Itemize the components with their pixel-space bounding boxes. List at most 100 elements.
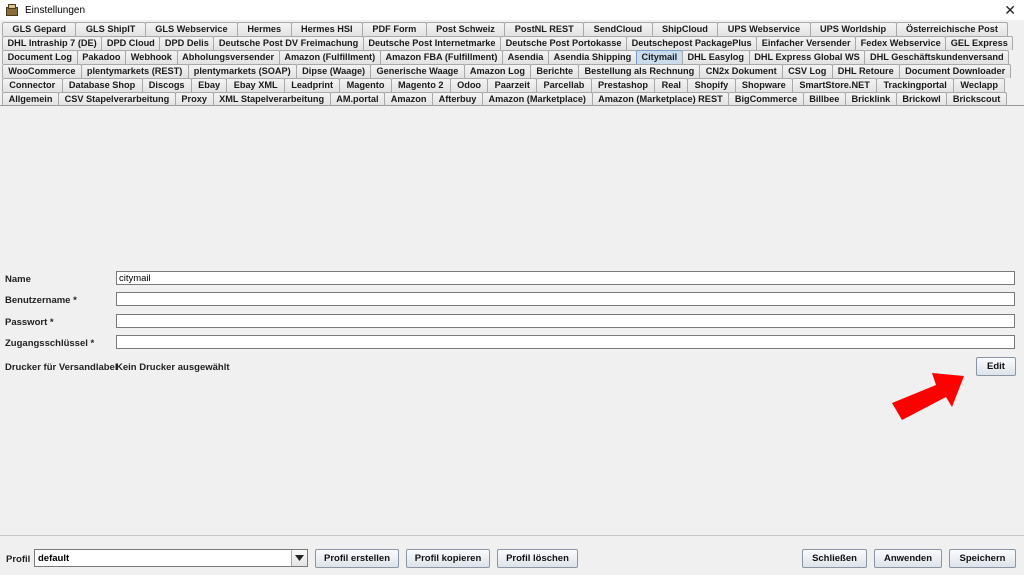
- save-button[interactable]: Speichern: [949, 549, 1016, 568]
- edit-printer-button[interactable]: Edit: [976, 357, 1016, 376]
- tab-row-5: Connector Database Shop Discogs Ebay Ebay XM…: [2, 78, 1006, 92]
- tab-shipcloud[interactable]: ShipCloud: [651, 22, 719, 36]
- tab-bricklink[interactable]: Bricklink: [844, 92, 897, 106]
- tab-hermes[interactable]: Hermes: [237, 22, 292, 36]
- copy-profile-button[interactable]: Profil kopieren: [406, 549, 490, 568]
- tab-row-3: Document Log Pakadoo Webhook Abholungsverse…: [2, 50, 1010, 64]
- tab-deutschepost-packageplus[interactable]: Deutschepost PackagePlus: [626, 36, 758, 50]
- tab-dpd-delis[interactable]: DPD Delis: [159, 36, 215, 50]
- tab-plentymarkets-soap[interactable]: plentymarkets (SOAP): [187, 64, 297, 78]
- tab-ups-worldship[interactable]: UPS Worldship: [809, 22, 897, 36]
- close-button[interactable]: Schließen: [802, 549, 867, 568]
- tab-leadprint[interactable]: Leadprint: [283, 78, 341, 92]
- tab-plentymarkets-rest[interactable]: plentymarkets (REST): [80, 64, 189, 78]
- tab-amazon-marketplace-rest[interactable]: Amazon (Marketplace) REST: [591, 92, 730, 106]
- bottom-bar: Profil default Profil erstellen Profil k…: [0, 537, 1024, 575]
- tab-weclapp[interactable]: Weclapp: [953, 78, 1006, 92]
- tab-csv-stapelverarbeitung[interactable]: CSV Stapelverarbeitung: [58, 92, 176, 106]
- name-input[interactable]: [116, 271, 1015, 285]
- tab-dhl-gescha-ftskundenversand[interactable]: DHL Geschäftskundenversand: [864, 50, 1010, 64]
- tab-amazon[interactable]: Amazon: [384, 92, 433, 106]
- tab-gel-express[interactable]: GEL Express: [945, 36, 1014, 50]
- tab-smartstore-net[interactable]: SmartStore.NET: [792, 78, 878, 92]
- tab-trackingportal[interactable]: Trackingportal: [876, 78, 955, 92]
- tab-ups-webservice[interactable]: UPS Webservice: [717, 22, 811, 36]
- tab-deutsche-post-internetmarke[interactable]: Deutsche Post Internetmarke: [362, 36, 502, 50]
- tab-dhl-express-global-ws[interactable]: DHL Express Global WS: [748, 50, 866, 64]
- tab-database-shop[interactable]: Database Shop: [61, 78, 143, 92]
- tab-dhl-easylog[interactable]: DHL Easylog: [681, 50, 750, 64]
- tab-brickscout[interactable]: Brickscout: [946, 92, 1007, 106]
- tab-abholungsversender[interactable]: Abholungsversender: [176, 50, 280, 64]
- tab-pdf-form[interactable]: PDF Form: [361, 22, 427, 36]
- tab-generische-waage[interactable]: Generische Waage: [370, 64, 465, 78]
- tab-postnl-rest[interactable]: PostNL REST: [504, 22, 585, 36]
- dropdown-arrow-icon[interactable]: [291, 550, 307, 566]
- tab-odoo[interactable]: Odoo: [449, 78, 489, 92]
- tab-row-2: DHL Intraship 7 (DE) DPD Cloud DPD Delis De…: [2, 36, 1014, 50]
- profile-select[interactable]: default: [34, 549, 308, 567]
- tab-document-downloader[interactable]: Document Downloader: [898, 64, 1012, 78]
- tab-shopware[interactable]: Shopware: [734, 78, 794, 92]
- tab-dhl-retoure[interactable]: DHL Retoure: [831, 64, 900, 78]
- tab-real[interactable]: Real: [654, 78, 689, 92]
- tab-parcellab[interactable]: Parcellab: [536, 78, 592, 92]
- tab-bestellung-als-rechnung[interactable]: Bestellung als Rechnung: [578, 64, 701, 78]
- tab-sendcloud[interactable]: SendCloud: [583, 22, 653, 36]
- tab-ebay-xml[interactable]: Ebay XML: [226, 78, 285, 92]
- tab-gls-webservice[interactable]: GLS Webservice: [144, 22, 238, 36]
- tab-o-sterreichische-post[interactable]: Österreichische Post: [895, 22, 1009, 36]
- tab-amazon-fba-fulfillment[interactable]: Amazon FBA (Fulfillment): [379, 50, 504, 64]
- tab-woocommerce[interactable]: WooCommerce: [2, 64, 82, 78]
- tab-cn2x-dokument[interactable]: CN2x Dokument: [699, 64, 783, 78]
- tab-berichte[interactable]: Berichte: [530, 64, 580, 78]
- tab-proxy[interactable]: Proxy: [174, 92, 214, 106]
- tab-amazon-marketplace[interactable]: Amazon (Marketplace): [481, 92, 593, 106]
- tab-amazon-log[interactable]: Amazon Log: [463, 64, 532, 78]
- username-input[interactable]: [116, 292, 1015, 306]
- tab-xml-stapelverarbeitung[interactable]: XML Stapelverarbeitung: [212, 92, 331, 106]
- tab-discogs[interactable]: Discogs: [141, 78, 192, 92]
- tab-dhl-intraship-7-de[interactable]: DHL Intraship 7 (DE): [2, 36, 103, 50]
- close-icon[interactable]: ✕: [1004, 2, 1016, 18]
- tab-deutsche-post-portokasse[interactable]: Deutsche Post Portokasse: [500, 36, 628, 50]
- tab-document-log[interactable]: Document Log: [2, 50, 78, 64]
- tab-paarzeit[interactable]: Paarzeit: [487, 78, 538, 92]
- tab-prestashop[interactable]: Prestashop: [590, 78, 656, 92]
- password-label: Passwort *: [5, 317, 54, 328]
- tab-magento[interactable]: Magento: [339, 78, 392, 92]
- tab-amazon-fulfillment[interactable]: Amazon (Fulfillment): [278, 50, 381, 64]
- tab-magento-2[interactable]: Magento 2: [390, 78, 451, 92]
- tab-gls-shipit[interactable]: GLS ShipIT: [75, 22, 146, 36]
- tab-connector[interactable]: Connector: [2, 78, 63, 92]
- access-key-input[interactable]: [116, 335, 1015, 349]
- tab-gls-gepard[interactable]: GLS Gepard: [2, 22, 77, 36]
- tab-bigcommerce[interactable]: BigCommerce: [728, 92, 804, 106]
- tab-ebay[interactable]: Ebay: [190, 78, 228, 92]
- tab-asendia-shipping[interactable]: Asendia Shipping: [548, 50, 637, 64]
- tab-citymail[interactable]: Citymail: [635, 50, 683, 64]
- tab-pakadoo[interactable]: Pakadoo: [76, 50, 127, 64]
- tab-dipse-waage[interactable]: Dipse (Waage): [295, 64, 372, 78]
- citymail-settings-panel: Name Benutzername * Passwort * Zugangssc…: [0, 105, 1024, 536]
- apply-button[interactable]: Anwenden: [874, 549, 942, 568]
- tab-billbee[interactable]: Billbee: [802, 92, 846, 106]
- tab-afterbuy[interactable]: Afterbuy: [432, 92, 483, 106]
- tab-shopify[interactable]: Shopify: [687, 78, 736, 92]
- create-profile-button[interactable]: Profil erstellen: [315, 549, 399, 568]
- tab-deutsche-post-dv-freimachung[interactable]: Deutsche Post DV Freimachung: [213, 36, 364, 50]
- tab-einfacher-versender[interactable]: Einfacher Versender: [756, 36, 857, 50]
- password-input[interactable]: [116, 314, 1015, 328]
- delete-profile-button[interactable]: Profil löschen: [497, 549, 578, 568]
- printer-value: Kein Drucker ausgewählt: [116, 362, 230, 373]
- tab-asendia[interactable]: Asendia: [502, 50, 550, 64]
- tab-csv-log[interactable]: CSV Log: [781, 64, 833, 78]
- tab-post-schweiz[interactable]: Post Schweiz: [425, 22, 506, 36]
- tab-fedex-webservice[interactable]: Fedex Webservice: [855, 36, 947, 50]
- tab-am-portal[interactable]: AM.portal: [329, 92, 386, 106]
- tab-brickowl[interactable]: Brickowl: [895, 92, 948, 106]
- tab-dpd-cloud[interactable]: DPD Cloud: [101, 36, 161, 50]
- tab-hermes-hsi[interactable]: Hermes HSI: [290, 22, 363, 36]
- tab-webhook[interactable]: Webhook: [125, 50, 178, 64]
- tab-allgemein[interactable]: Allgemein: [2, 92, 60, 106]
